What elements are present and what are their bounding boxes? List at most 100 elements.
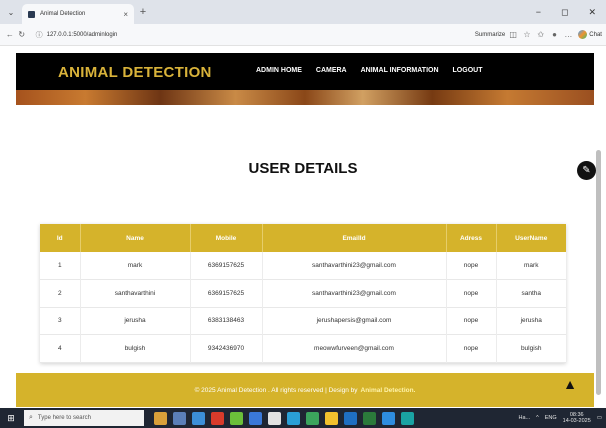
column-header-emailid: EmailId: [262, 224, 447, 252]
user-table: Id Name Mobile EmailId Adress UserName 1…: [40, 224, 566, 363]
tray-chevron-icon[interactable]: ^: [536, 415, 539, 421]
app-icon[interactable]: [268, 411, 281, 425]
page-title: USER DETAILS: [248, 160, 358, 177]
taskbar-search-input[interactable]: ⌕ Type here to search: [24, 410, 144, 426]
table-header-row: Id Name Mobile EmailId Adress UserName: [40, 224, 566, 252]
system-tray: Ha... ^ ENG 08:36 14-03-2025 ▭: [519, 412, 602, 424]
chat-label: Chat: [589, 31, 602, 38]
column-header-id: Id: [40, 224, 81, 252]
cell-adress: nope: [446, 307, 497, 335]
app-icon[interactable]: [192, 411, 205, 425]
cell-username: santha: [521, 289, 542, 297]
app-icon[interactable]: [306, 411, 319, 425]
taskbar-apps: [154, 411, 414, 425]
cell-email: santhavarthini23@gmail.com: [262, 279, 447, 307]
cell-username: mark: [524, 262, 539, 269]
column-header-mobile: Mobile: [190, 224, 263, 252]
cell-mobile: 9342436970: [190, 334, 263, 362]
browser-tabstrip: ⌄ Animal Detection × + − ◻ ✕: [0, 0, 606, 24]
site-brand[interactable]: ANIMAL DETECTION: [58, 64, 212, 81]
new-tab-button[interactable]: +: [134, 6, 152, 18]
copilot-icon: [578, 30, 588, 39]
tray-lang[interactable]: ENG: [545, 415, 557, 421]
cell-email: jerushapersis@gmail.com: [262, 307, 447, 335]
cell-name: jerusha: [80, 307, 191, 335]
tab-close-icon[interactable]: ×: [123, 10, 128, 19]
edit-icon[interactable]: ✎: [577, 161, 596, 180]
url-text: 127.0.0.1:5000/adminlogin: [46, 31, 118, 38]
url-field[interactable]: ⓘ 127.0.0.1:5000/adminlogin: [32, 27, 465, 43]
scroll-to-top-icon[interactable]: ▲: [563, 377, 577, 391]
back-icon[interactable]: ←: [4, 30, 16, 39]
cell-adress: nope: [446, 252, 497, 280]
cell-id: 4: [40, 334, 81, 362]
main-nav: ADMIN HOME CAMERA ANIMAL INFORMATION LOG…: [256, 67, 482, 74]
column-header-username: UserName: [515, 234, 548, 242]
app-icon[interactable]: [287, 411, 300, 425]
cell-mobile: 6383138463: [190, 307, 263, 335]
browser-tab[interactable]: Animal Detection ×: [22, 4, 134, 24]
more-icon[interactable]: …: [562, 30, 574, 39]
clock-date: 14-03-2025: [562, 418, 591, 424]
site-header: ANIMAL DETECTION ADMIN HOME CAMERA ANIMA…: [16, 53, 594, 105]
footer-design-link[interactable]: Animal Detection.: [361, 387, 416, 394]
weather-widget[interactable]: Ha...: [519, 415, 531, 421]
footer-copyright: © 2025 Animal Detection . All rights res…: [194, 386, 358, 394]
star-icon[interactable]: ☆: [521, 30, 533, 39]
address-bar: ← ↻ ⓘ 127.0.0.1:5000/adminlogin Summariz…: [0, 24, 606, 46]
cell-username: jerusha: [520, 317, 542, 325]
window-controls: − ◻ ✕: [536, 7, 606, 18]
app-icon[interactable]: [173, 411, 186, 425]
profile-icon[interactable]: ●: [549, 30, 561, 39]
app-icon[interactable]: [211, 411, 224, 425]
page-scrollbar[interactable]: [596, 150, 601, 395]
cell-adress: nope: [446, 279, 497, 307]
tab-title: Animal Detection: [40, 11, 86, 17]
minimize-icon[interactable]: −: [536, 7, 541, 18]
tab-actions-icon[interactable]: ⌄: [0, 0, 22, 24]
cell-id: 2: [40, 279, 81, 307]
app-icon[interactable]: [325, 411, 338, 425]
app-icon[interactable]: [382, 411, 395, 425]
cell-name: santhavarthini: [80, 279, 191, 307]
cell-name: mark: [80, 252, 191, 280]
taskbar-clock[interactable]: 08:36 14-03-2025: [563, 412, 591, 424]
nav-admin-home[interactable]: ADMIN HOME: [256, 67, 302, 74]
app-icon[interactable]: [401, 411, 414, 425]
close-window-icon[interactable]: ✕: [588, 7, 596, 18]
table-row: 3 jerusha 6383138463 jerushapersis@gmail…: [40, 307, 566, 335]
cell-mobile: 6369157625: [190, 279, 263, 307]
cell-id: 3: [40, 307, 81, 335]
favicon-icon: [28, 10, 35, 18]
cell-id: 1: [40, 252, 81, 280]
table-row: 2 santhavarthini 6369157625 santhavarthi…: [40, 279, 566, 307]
chat-button[interactable]: Chat: [578, 30, 602, 39]
column-header-adress: Adress: [446, 224, 497, 252]
reload-icon[interactable]: ↻: [16, 30, 28, 39]
app-icon[interactable]: [363, 411, 376, 425]
site-footer: © 2025 Animal Detection . All rights res…: [16, 373, 594, 407]
summarize-icon[interactable]: ◫: [507, 30, 519, 39]
app-icon[interactable]: [154, 411, 167, 425]
app-icon[interactable]: [249, 411, 262, 425]
summarize-button[interactable]: Summarize: [475, 32, 505, 38]
notification-icon[interactable]: ▭: [597, 415, 602, 421]
screen: ⌄ Animal Detection × + − ◻ ✕ ← ↻ ⓘ 127.0…: [0, 0, 606, 428]
os-taskbar: ⊞ ⌕ Type here to search Ha... ^ ENG 08:3…: [0, 408, 606, 428]
maximize-icon[interactable]: ◻: [561, 7, 568, 18]
windows-start-icon[interactable]: ⊞: [4, 413, 18, 424]
app-icon[interactable]: [230, 411, 243, 425]
column-header-name: Name: [80, 224, 191, 252]
header-banner-image: [16, 90, 594, 105]
favorites-icon[interactable]: ✩: [535, 30, 547, 39]
taskbar-search-placeholder: Type here to search: [37, 415, 91, 421]
cell-email: meowwfurveen@gmail.com: [262, 334, 447, 362]
table-row: 4 bulgish 9342436970 meowwfurveen@gmail.…: [40, 334, 566, 362]
nav-animal-information[interactable]: ANIMAL INFORMATION: [361, 67, 439, 74]
nav-logout[interactable]: LOGOUT: [453, 67, 483, 74]
site-info-icon[interactable]: ⓘ: [36, 30, 43, 40]
nav-camera[interactable]: CAMERA: [316, 67, 347, 74]
table-row: 1 mark 6369157625 santhavarthini23@gmail…: [40, 252, 566, 280]
app-icon[interactable]: [344, 411, 357, 425]
search-icon: ⌕: [29, 414, 33, 421]
